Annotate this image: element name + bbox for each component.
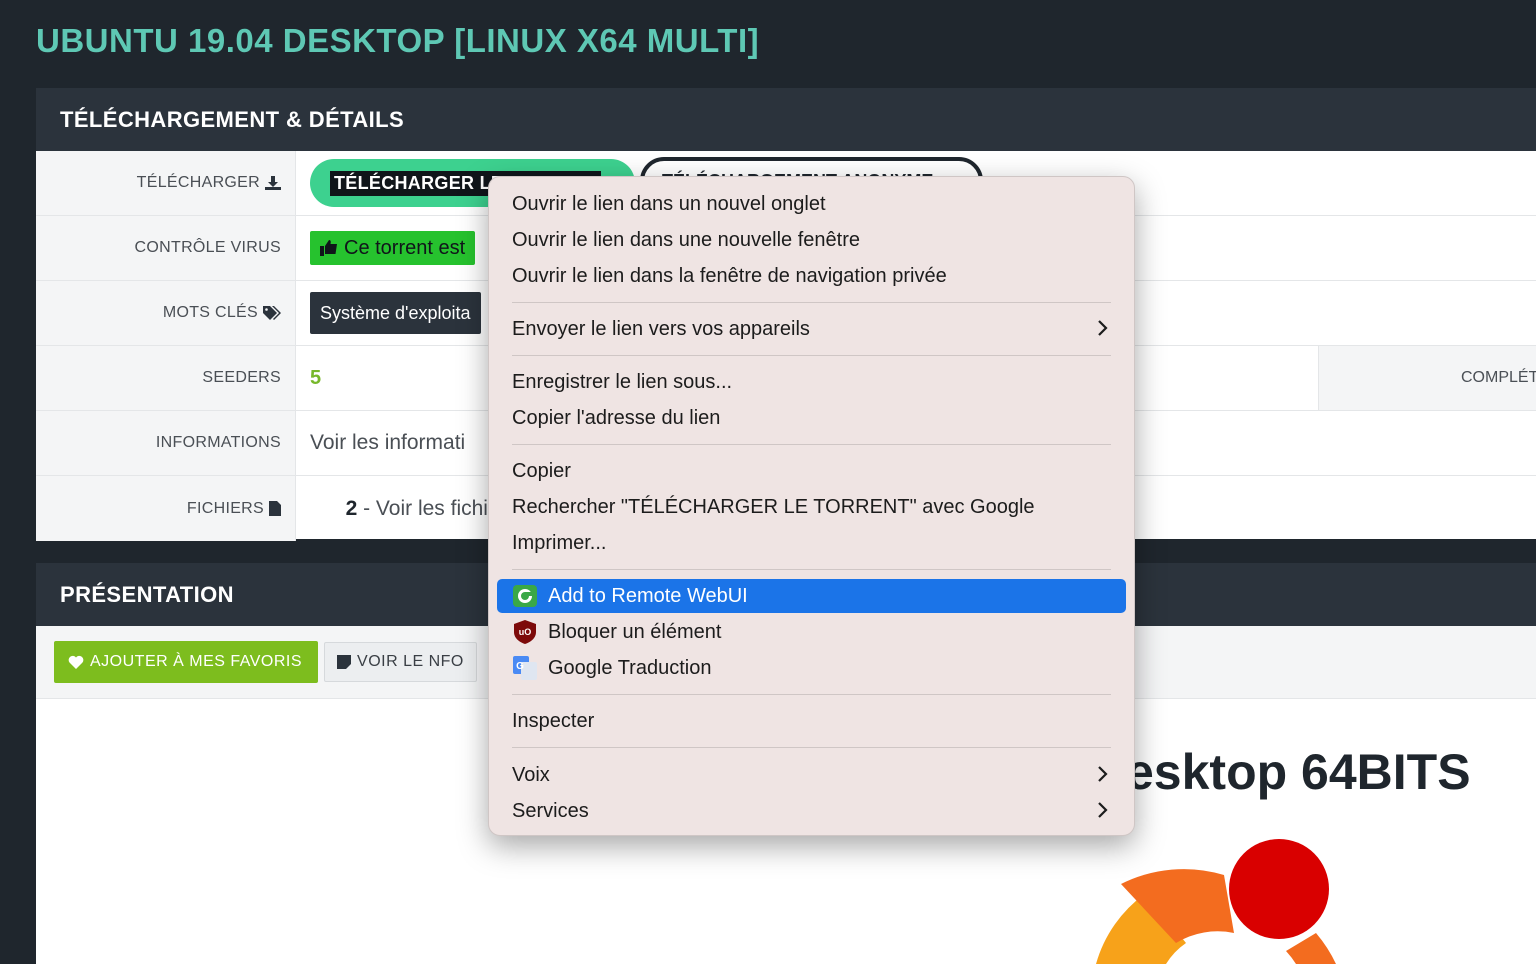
virus-label: CONTRÔLE VIRUS (36, 216, 296, 280)
chevron-right-icon (1098, 320, 1108, 336)
menu-separator (512, 569, 1111, 570)
menu-add-remote-webui[interactable]: Add to Remote WebUI (497, 579, 1126, 613)
tags-label: MOTS CLÉS (162, 304, 258, 321)
ublock-icon: uO (512, 619, 538, 645)
download-icon (265, 176, 281, 190)
menu-add-remote-webui-label: Add to Remote WebUI (548, 584, 748, 607)
menu-save-link-as[interactable]: Enregistrer le lien sous... (497, 365, 1126, 399)
chevron-right-icon (1098, 802, 1108, 818)
menu-send-to-devices-label: Envoyer le lien vers vos appareils (512, 317, 810, 340)
file-icon (269, 501, 281, 516)
menu-separator (512, 694, 1111, 695)
tags-label-cell: MOTS CLÉS (36, 281, 296, 345)
add-favorite-button[interactable]: AJOUTER À MES FAVORIS (54, 641, 319, 683)
download-label-cell: TÉLÉCHARGER (36, 151, 296, 215)
utorrent-icon (512, 583, 538, 609)
google-translate-icon: G (512, 655, 538, 681)
files-label-cell: FICHIERS (36, 476, 296, 541)
completed-label: COMPLÉT (1318, 346, 1536, 410)
files-sep: - (357, 496, 376, 520)
tag-chip[interactable]: Système d'exploita (310, 292, 481, 334)
chevron-right-icon (1098, 766, 1108, 782)
page-title: UBUNTU 19.04 DESKTOP [LINUX X64 MULTI] (36, 22, 760, 59)
seeders-label: SEEDERS (36, 346, 296, 410)
virus-status-badge: Ce torrent est (310, 231, 476, 265)
menu-print[interactable]: Imprimer... (497, 526, 1126, 560)
menu-voice-label: Voix (512, 763, 550, 786)
menu-services-label: Services (512, 799, 589, 822)
menu-open-private-window[interactable]: Ouvrir le lien dans la fenêtre de naviga… (497, 259, 1126, 293)
thumbs-up-icon (320, 240, 337, 256)
menu-separator (512, 444, 1111, 445)
menu-block-element[interactable]: uO Bloquer un élément (497, 615, 1126, 649)
menu-copy-link-address[interactable]: Copier l'adresse du lien (497, 401, 1126, 435)
menu-google-translate[interactable]: G Google Traduction (497, 651, 1126, 685)
info-label: INFORMATIONS (36, 411, 296, 475)
menu-search-google[interactable]: Rechercher "TÉLÉCHARGER LE TORRENT" avec… (497, 490, 1126, 524)
view-nfo-button[interactable]: VOIR LE NFO (324, 642, 477, 682)
menu-open-new-tab[interactable]: Ouvrir le lien dans un nouvel onglet (497, 187, 1126, 221)
menu-inspect[interactable]: Inspecter (497, 704, 1126, 738)
heart-icon (68, 655, 84, 669)
add-favorite-label: AJOUTER À MES FAVORIS (90, 653, 303, 670)
virus-status-text: Ce torrent est (344, 236, 466, 259)
info-link[interactable]: Voir les informati (310, 431, 465, 455)
context-menu: Ouvrir le lien dans un nouvel onglet Ouv… (488, 176, 1135, 836)
seeders-value: 5 (310, 366, 322, 389)
svg-text:G: G (516, 661, 524, 672)
menu-google-translate-label: Google Traduction (548, 656, 712, 679)
menu-copy[interactable]: Copier (497, 454, 1126, 488)
menu-send-to-devices[interactable]: Envoyer le lien vers vos appareils (497, 312, 1126, 346)
menu-open-new-window[interactable]: Ouvrir le lien dans une nouvelle fenêtre (497, 223, 1126, 257)
download-label: TÉLÉCHARGER (136, 174, 260, 191)
files-count: 2 (345, 496, 358, 520)
menu-separator (512, 355, 1111, 356)
tags-icon (263, 306, 281, 320)
menu-voice[interactable]: Voix (497, 758, 1126, 792)
files-label: FICHIERS (186, 499, 264, 517)
menu-separator (512, 747, 1111, 748)
svg-text:uO: uO (519, 627, 532, 637)
menu-separator (512, 302, 1111, 303)
menu-block-element-label: Bloquer un élément (548, 620, 722, 643)
description-heading: esktop 64BITS (1126, 744, 1471, 800)
menu-services[interactable]: Services (497, 794, 1126, 828)
note-icon (337, 655, 352, 669)
view-nfo-label: VOIR LE NFO (357, 653, 464, 670)
ubuntu-logo-image (1096, 839, 1336, 964)
details-heading: TÉLÉCHARGEMENT & DÉTAILS (36, 88, 1536, 151)
